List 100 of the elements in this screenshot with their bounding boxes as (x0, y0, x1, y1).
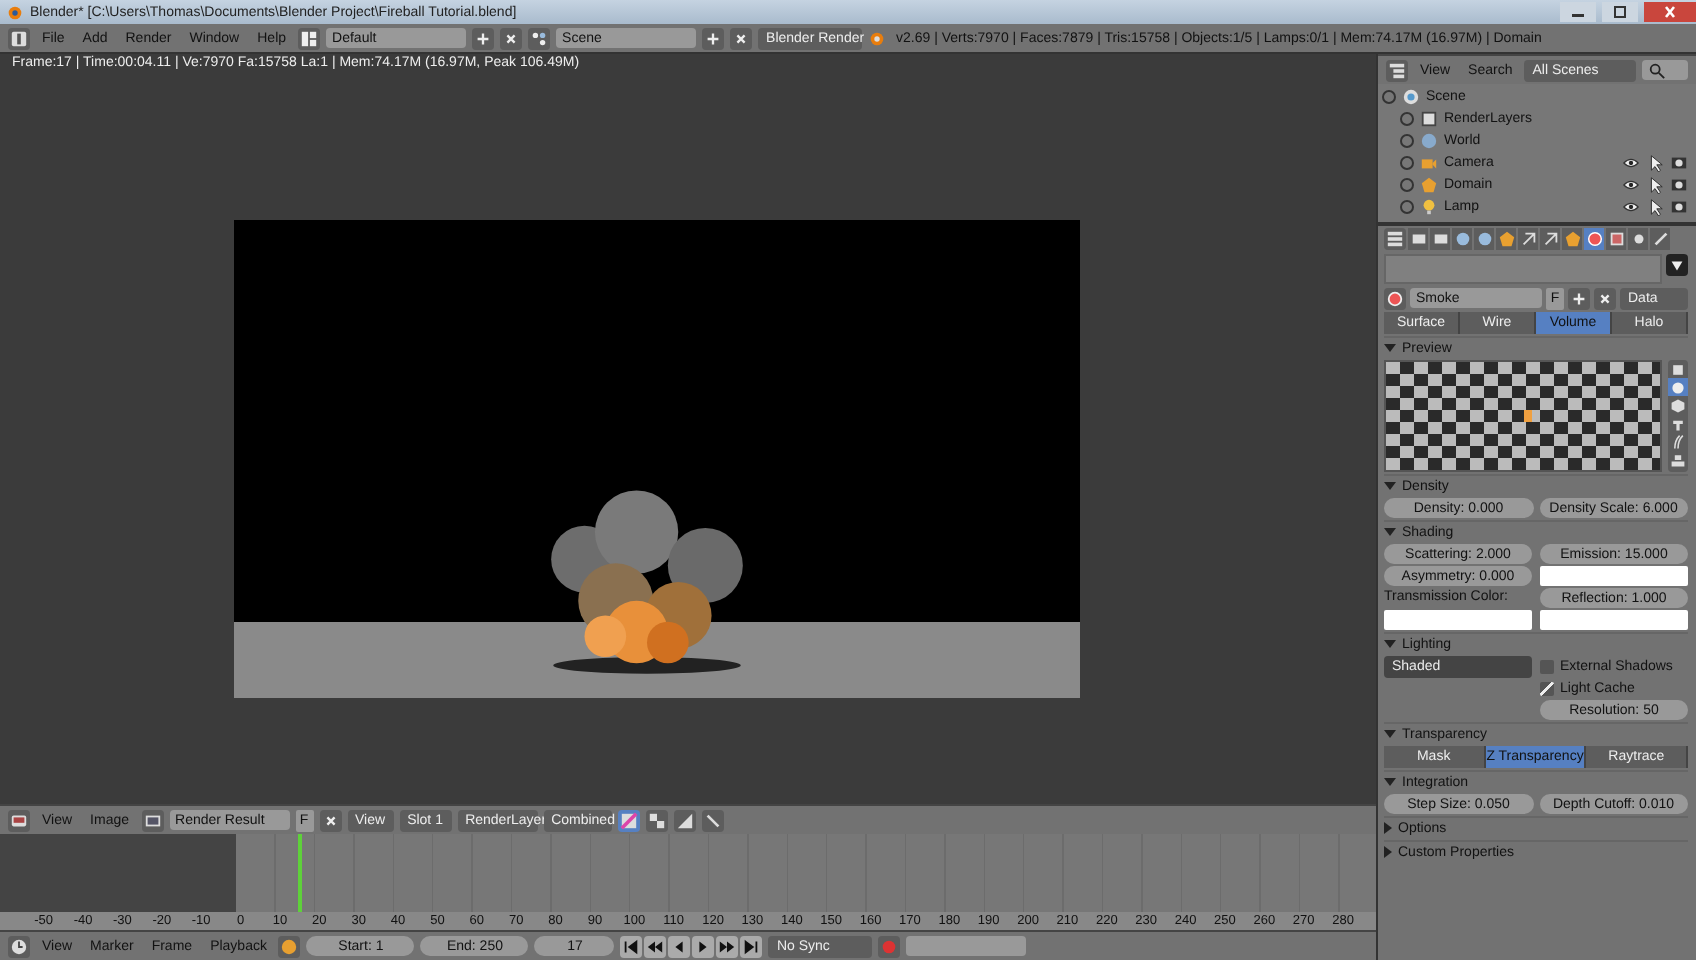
preview-shape-button[interactable] (1668, 378, 1688, 396)
checker-icon (647, 811, 666, 829)
modifiers-tab-icon (1541, 230, 1559, 248)
close-icon (1660, 4, 1680, 20)
editor-type-button[interactable] (8, 935, 30, 957)
preview-range-button[interactable] (278, 935, 301, 957)
camera-render-icon[interactable] (1670, 176, 1688, 194)
image-browse-button[interactable] (141, 809, 164, 831)
search-icon (1648, 61, 1667, 79)
maximize-button[interactable] (1602, 2, 1638, 22)
render-tab-icon (1409, 230, 1427, 248)
material-tab-icon (1585, 230, 1603, 248)
record-icon (880, 937, 899, 955)
play-reverse-button[interactable] (668, 935, 691, 957)
jump-to-start-button[interactable] (620, 935, 643, 957)
x-icon (1596, 289, 1614, 307)
caret-icon (1668, 256, 1686, 274)
properties-tab[interactable] (1518, 228, 1538, 250)
slot-menu-button[interactable] (1666, 254, 1688, 276)
editor-type-button[interactable] (8, 809, 30, 831)
screen-layout-button[interactable] (298, 27, 321, 49)
circle-icon (280, 937, 299, 955)
scene-tab-icon (1453, 230, 1471, 248)
lamp-icon (1420, 198, 1438, 216)
color-alpha-button[interactable] (617, 809, 640, 831)
list-icon (1388, 61, 1406, 79)
fast-forward-icon (718, 937, 737, 955)
flat-shape-icon (1670, 361, 1686, 377)
properties-tab[interactable] (1474, 228, 1494, 250)
preview-shape-button[interactable] (1668, 396, 1688, 414)
editor-type-button[interactable] (1386, 59, 1408, 81)
x-icon (732, 29, 751, 47)
preview-shape-button[interactable] (1668, 432, 1688, 450)
sample-button[interactable] (701, 809, 724, 831)
sphere-icon (1386, 289, 1404, 307)
preview-shape-button[interactable] (1668, 450, 1688, 468)
reflection-color-swatch[interactable] (1540, 610, 1688, 630)
blender-logo-icon (6, 3, 24, 21)
layers-tab-icon (1431, 230, 1449, 248)
remove-button[interactable] (1594, 287, 1616, 309)
properties-tab[interactable] (1584, 228, 1604, 250)
minimize-button[interactable] (1560, 2, 1596, 22)
sphere-shape-icon (1670, 379, 1686, 395)
camera-render-icon[interactable] (1670, 198, 1688, 216)
particles-tab-icon (1629, 230, 1647, 248)
add-button[interactable] (702, 27, 725, 49)
data-tab-icon (1563, 230, 1581, 248)
eye-icon[interactable] (1622, 154, 1640, 172)
properties-tab[interactable] (1628, 228, 1648, 250)
properties-tab[interactable] (1408, 228, 1428, 250)
add-button[interactable] (472, 27, 495, 49)
material-browse-button[interactable] (1384, 287, 1406, 309)
blender-logo-icon (868, 29, 887, 47)
object-tab-icon (1497, 230, 1515, 248)
eye-icon[interactable] (1622, 198, 1640, 216)
hair-shape-icon (1670, 433, 1686, 449)
properties-tab[interactable] (1496, 228, 1516, 250)
transmission-color-swatch[interactable] (1384, 610, 1532, 630)
remove-button[interactable] (730, 27, 753, 49)
previous-keyframe-button[interactable] (644, 935, 667, 957)
remove-button[interactable] (500, 27, 523, 49)
properties-tab[interactable] (1606, 228, 1626, 250)
scene-icon-button[interactable] (528, 27, 551, 49)
properties-tab[interactable] (1430, 228, 1450, 250)
editor-type-button[interactable] (8, 27, 30, 49)
properties-tab[interactable] (1540, 228, 1560, 250)
diagonal-stripe-icon (619, 811, 638, 829)
search-field[interactable] (1642, 60, 1688, 80)
monkey-shape-icon (1670, 415, 1686, 431)
close-button[interactable] (1644, 2, 1696, 22)
properties-tab[interactable] (1452, 228, 1472, 250)
curve-button[interactable] (673, 809, 696, 831)
play-button[interactable] (692, 935, 715, 957)
maximize-icon (1610, 4, 1630, 20)
checkbox[interactable] (1540, 659, 1554, 673)
skip-back-icon (622, 937, 641, 955)
cube-shape-icon (1670, 397, 1686, 413)
eye-icon[interactable] (1622, 176, 1640, 194)
next-keyframe-button[interactable] (716, 935, 739, 957)
checkbox[interactable] (1540, 681, 1554, 695)
layout-grid-icon (300, 29, 319, 47)
dots-icon (530, 29, 549, 47)
remove-button[interactable] (319, 809, 342, 831)
world-tab-icon (1475, 230, 1493, 248)
preview-shape-button[interactable] (1668, 360, 1688, 378)
scene-icon (1402, 88, 1420, 106)
clock-icon (10, 937, 28, 955)
plus-icon (474, 29, 493, 47)
camera-render-icon[interactable] (1670, 154, 1688, 172)
alpha-button[interactable] (645, 809, 668, 831)
plus-icon (1570, 289, 1588, 307)
keying-set-field[interactable] (906, 936, 1027, 956)
properties-tab[interactable] (1562, 228, 1582, 250)
properties-tab[interactable] (1650, 228, 1670, 250)
add-button[interactable] (1568, 287, 1590, 309)
jump-to-end-button[interactable] (740, 935, 763, 957)
x-icon (321, 811, 340, 829)
camera-icon (1420, 154, 1438, 172)
editor-type-button[interactable] (1384, 228, 1406, 250)
emission-color-swatch[interactable] (1540, 566, 1688, 586)
